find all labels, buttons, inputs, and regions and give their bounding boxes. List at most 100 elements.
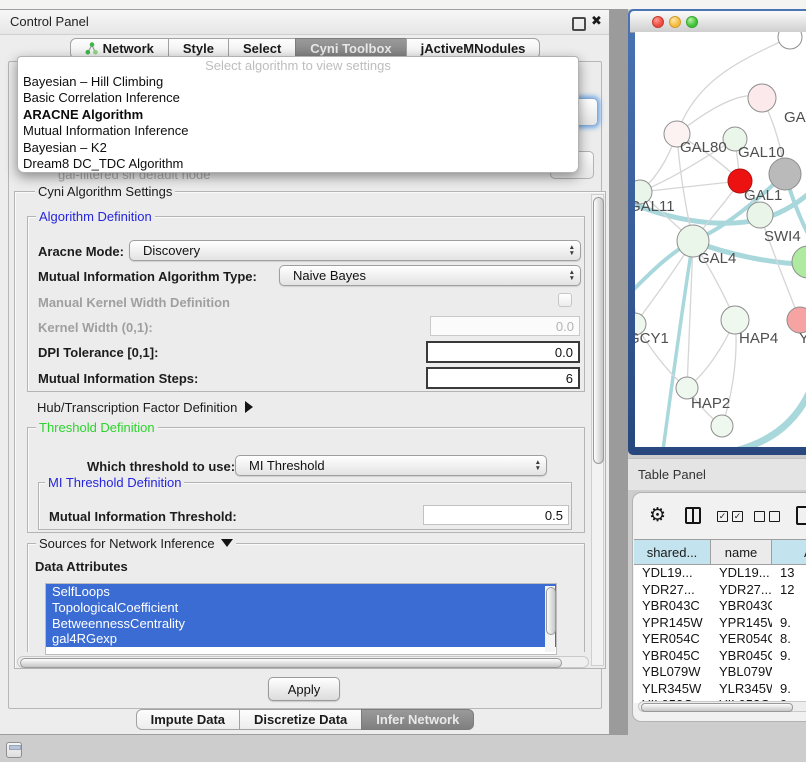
- node-label: SWI4: [764, 228, 801, 245]
- settings-group-title: Cyni Algorithm Settings: [35, 184, 175, 199]
- tab-infer-network[interactable]: Infer Network: [361, 709, 474, 730]
- cell-value: [772, 598, 806, 615]
- combobox-value: MI Threshold: [249, 458, 325, 473]
- data-attributes-list[interactable]: SelfLoopsTopologicalCoefficientBetweenne…: [45, 583, 557, 655]
- algorithm-dropdown-popup: Select algorithm to view settings Bayesi…: [17, 56, 579, 173]
- unchecked-checkbox-icon[interactable]: [754, 511, 765, 522]
- node-label: GAL80: [680, 139, 727, 156]
- column-header-name[interactable]: name: [711, 540, 772, 564]
- network-window-titlebar[interactable]: [630, 11, 806, 33]
- cell-shared-name: YDL19...: [634, 565, 711, 582]
- scrollbar-thumb[interactable]: [593, 197, 604, 464]
- attribute-item-selected[interactable]: TopologicalCoefficient: [46, 600, 556, 616]
- table-mode-icon[interactable]: [796, 506, 806, 525]
- mi-algorithm-type-combobox[interactable]: Naive Bayes ▲▼: [279, 265, 581, 286]
- dpi-tolerance-field[interactable]: 0.0: [426, 341, 580, 363]
- node-label: HAP2: [691, 395, 730, 412]
- kernel-width-field[interactable]: 0.0: [430, 316, 580, 336]
- tab-impute-data[interactable]: Impute Data: [136, 709, 240, 730]
- control-panel-title: Control Panel: [10, 14, 89, 29]
- hub-definition-toggle[interactable]: Hub/Transcription Factor Definition: [37, 397, 253, 417]
- list-vertical-scrollbar[interactable]: [545, 586, 555, 652]
- table-row[interactable]: YLR345W YLR345W 9.: [634, 681, 806, 698]
- gear-icon[interactable]: ⚙: [649, 503, 666, 529]
- table-rows[interactable]: YDL19... YDL19... 13 YDR27... YDR27... 1…: [634, 565, 806, 703]
- settings-horizontal-scrollbar[interactable]: [17, 656, 589, 668]
- mi-threshold-group-title: MI Threshold Definition: [45, 475, 184, 490]
- algorithm-option[interactable]: ARACNE Algorithm: [18, 107, 578, 123]
- table-row[interactable]: YBR043C YBR043C: [634, 598, 806, 615]
- algorithm-option[interactable]: Bayesian – Hill Climbing: [18, 74, 578, 90]
- threshold-definition-group: Threshold Definition Which threshold to …: [27, 427, 585, 533]
- manual-kernel-checkbox[interactable]: [558, 293, 572, 307]
- node[interactable]: [792, 246, 806, 278]
- mi-steps-field[interactable]: 6: [426, 367, 580, 389]
- field-value: 0.0: [555, 345, 573, 360]
- scrollbar-thumb[interactable]: [641, 703, 793, 712]
- float-panel-icon[interactable]: [572, 17, 586, 31]
- node[interactable]: [769, 158, 801, 190]
- cell-name: YBL079W: [711, 664, 772, 681]
- algorithm-option[interactable]: Dream8 DC_TDC Algorithm: [18, 156, 578, 172]
- manual-kernel-label: Manual Kernel Width Definition: [38, 295, 230, 310]
- node-table: shared... name A YDL19... YDL19... 13 YD…: [634, 539, 806, 703]
- table-row[interactable]: YPR145W YPR145W 9.: [634, 615, 806, 632]
- panel-divider[interactable]: [610, 9, 628, 735]
- node-label: GAL11: [635, 198, 675, 215]
- collapsed-arrow-icon: [245, 401, 253, 413]
- algorithm-option[interactable]: Basic Correlation Inference: [18, 90, 578, 106]
- scrollbar-thumb[interactable]: [546, 587, 556, 635]
- stepper-arrows-icon: ▲▼: [569, 245, 575, 256]
- algorithm-option[interactable]: Bayesian – K2: [18, 140, 578, 156]
- settings-vertical-scrollbar[interactable]: [591, 194, 604, 666]
- close-window-icon[interactable]: [652, 16, 664, 28]
- cell-name: YDL19...: [711, 565, 772, 582]
- column-header-shared-name[interactable]: shared...: [634, 540, 711, 564]
- cell-value: 8.: [772, 631, 806, 648]
- cell-shared-name: YBR045C: [634, 648, 711, 665]
- stepper-arrows-icon: ▲▼: [535, 460, 541, 471]
- node[interactable]: [748, 84, 776, 112]
- aracne-mode-label: Aracne Mode:: [38, 244, 124, 259]
- network-canvas[interactable]: GAL GAL80 GAL10 GAL1 GAL11 SWI4 GAL4 GCY…: [635, 32, 806, 447]
- node[interactable]: [711, 415, 733, 437]
- table-row[interactable]: YDR27... YDR27... 12: [634, 582, 806, 599]
- table-row[interactable]: YDL19... YDL19... 13: [634, 565, 806, 582]
- cell-shared-name: YBR043C: [634, 598, 711, 615]
- checked-checkbox-icon[interactable]: ✓: [732, 511, 743, 522]
- scrollbar-thumb[interactable]: [20, 658, 562, 668]
- attribute-item-selected[interactable]: BetweennessCentrality: [46, 616, 556, 632]
- mi-type-label: Mutual Information Algorithm Type:: [38, 269, 257, 284]
- table-row[interactable]: YBR045C YBR045C 9.: [634, 648, 806, 665]
- cell-name: YER054C: [711, 631, 772, 648]
- checked-checkbox-icon[interactable]: ✓: [717, 511, 728, 522]
- table-horizontal-scrollbar[interactable]: [638, 701, 806, 712]
- node[interactable]: [778, 32, 802, 49]
- tab-label: Discretize Data: [254, 712, 347, 727]
- attribute-item-selected[interactable]: SelfLoops: [46, 584, 556, 600]
- which-threshold-combobox[interactable]: MI Threshold ▲▼: [235, 455, 547, 476]
- attribute-item-selected[interactable]: gal4RGexp: [46, 631, 556, 647]
- kernel-width-label: Kernel Width (0,1):: [38, 320, 153, 335]
- node-swi4[interactable]: [747, 202, 773, 228]
- aracne-mode-combobox[interactable]: Discovery ▲▼: [129, 240, 581, 261]
- cyni-algorithm-settings-group: Cyni Algorithm Settings Algorithm Defini…: [14, 191, 606, 669]
- column-header-cutoff[interactable]: A: [772, 540, 806, 564]
- table-row[interactable]: YER054C YER054C 8.: [634, 631, 806, 648]
- algorithm-option[interactable]: Mutual Information Inference: [18, 123, 578, 139]
- split-columns-icon[interactable]: [685, 507, 701, 524]
- minimize-window-icon[interactable]: [669, 16, 681, 28]
- zoom-window-icon[interactable]: [686, 16, 698, 28]
- table-row[interactable]: YBL079W YBL079W: [634, 664, 806, 681]
- apply-button[interactable]: Apply: [268, 677, 340, 701]
- mi-threshold-field[interactable]: 0.5: [423, 505, 569, 525]
- unchecked-checkbox-icon[interactable]: [769, 511, 780, 522]
- restore-panel-icon[interactable]: [6, 742, 22, 758]
- field-value: 0.5: [545, 508, 563, 523]
- close-panel-icon[interactable]: ✖: [591, 13, 602, 29]
- network-icon: [85, 42, 98, 55]
- table-panel: ⚙ ✓ ✓ shared... name A YDL19... YDL19...…: [632, 492, 806, 722]
- expanded-arrow-icon[interactable]: [221, 539, 233, 547]
- cell-value: 9.: [772, 615, 806, 632]
- tab-discretize-data[interactable]: Discretize Data: [239, 709, 362, 730]
